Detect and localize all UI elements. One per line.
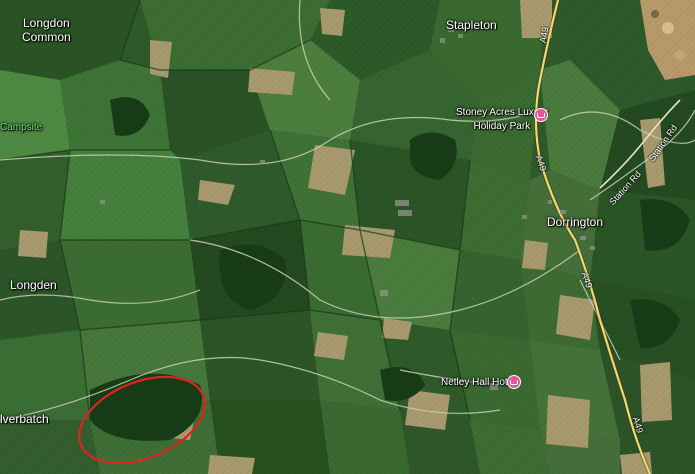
place-label-lverbatch[interactable]: lverbatch [0, 412, 49, 426]
hotel-bed-icon[interactable] [534, 108, 548, 122]
stoney-line-2: Holiday Park [473, 121, 531, 132]
place-label-stapleton[interactable]: Stapleton [446, 18, 497, 32]
place-label-campsite[interactable]: Campsite [0, 121, 42, 135]
poi-label-netley-hall[interactable]: Netley Hall Hotel [441, 376, 515, 390]
place-label-condover[interactable]: Longden [10, 278, 57, 292]
map-imagery [0, 0, 695, 474]
place-label-dorrington[interactable]: Dorrington [547, 215, 603, 229]
place-label-longdon-common[interactable]: Longdon Common [22, 16, 71, 44]
longdon-line-2: Common [22, 30, 71, 44]
satellite-map[interactable]: Longdon Common Stapleton Dorrington Long… [0, 0, 695, 474]
longdon-line-1: Longdon [22, 16, 70, 30]
hotel-bed-icon[interactable] [507, 375, 521, 389]
poi-label-stoney-acres[interactable]: Stoney Acres Luxury Holiday Park [456, 106, 548, 134]
